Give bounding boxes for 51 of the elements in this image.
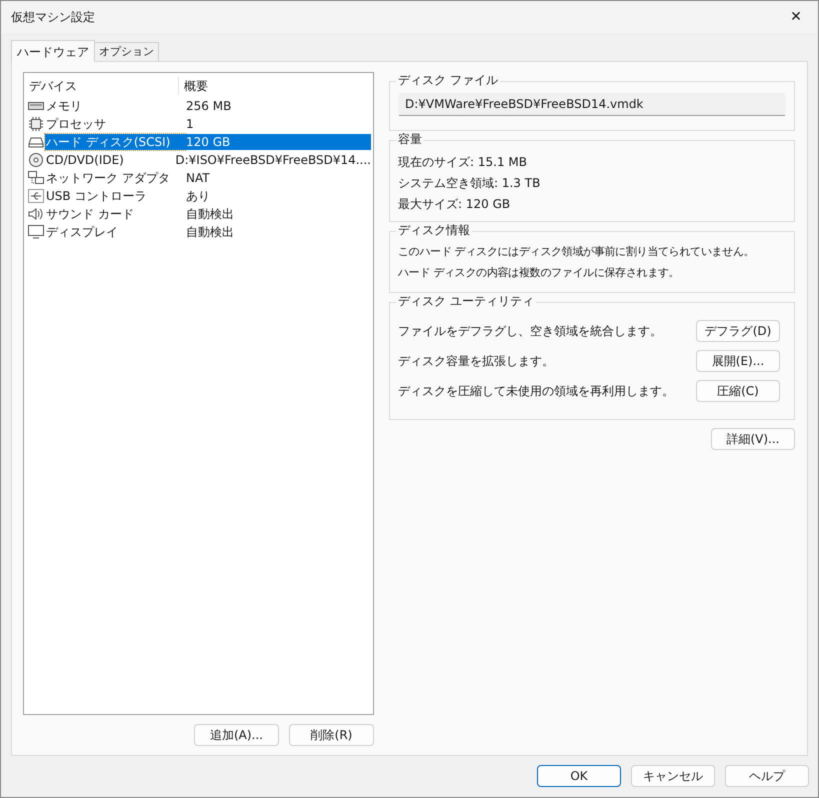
utility-text: ディスク容量を拡張します。 [398,353,554,370]
monitor-icon [28,225,44,239]
push-button[interactable]: キャンセル [631,765,715,787]
device-summary: NAT [185,170,211,186]
device-summary: 自動検出 [185,224,235,240]
window-title: 仮想マシン設定 [11,9,95,26]
push-button[interactable]: ヘルプ [725,765,809,787]
device-name[interactable]: ネットワーク アダプタ [45,170,185,186]
close-button[interactable]: ✕ [774,1,818,33]
push-button[interactable]: OK [537,765,621,787]
device-summary: 256 MB [185,98,232,114]
push-button[interactable]: 展開(E)... [696,350,780,372]
device-summary: 1 [185,116,195,132]
column-header[interactable]: デバイス [24,77,179,95]
push-button[interactable]: 追加(A)... [194,724,279,746]
group-title: 容量 [396,131,424,147]
capacity-text: 最大サイズ: 120 GB [398,196,512,213]
chip-icon [28,117,44,131]
device-name[interactable]: ハード ディスク(SCSI) [45,134,185,150]
info-text: ハード ディスクの内容は複数のファイルに保存されます。 [398,265,680,281]
memory-icon [28,99,44,113]
device-summary: D:¥ISO¥FreeBSD¥FreeBSD¥14.... [174,152,371,168]
device-summary: 自動検出 [185,206,235,222]
group-title: ディスク ファイル [396,72,500,88]
device-name[interactable]: USB コントローラ [45,188,185,204]
utility-text: ファイルをデフラグし、空き領域を統合します。 [398,323,662,340]
capacity-text: システム空き領域: 1.3 TB [398,175,542,192]
device-name[interactable]: サウンド カード [45,206,185,222]
push-button[interactable]: 詳細(V)... [711,428,795,450]
push-button[interactable]: 削除(R) [289,724,374,746]
push-button[interactable]: デフラグ(D) [696,320,780,342]
speaker-icon [28,207,44,221]
utility-text: ディスクを圧縮して未使用の領域を再利用します。 [398,383,674,400]
device-summary: 120 GB [185,134,371,150]
device-name[interactable]: CD/DVD(IDE) [45,152,174,168]
network-icon [28,171,44,185]
group-title: ディスク情報 [396,222,472,238]
device-name[interactable]: プロセッサ [45,116,185,132]
tab[interactable]: オプション [95,42,159,61]
push-button[interactable]: 圧縮(C) [696,380,780,402]
info-text: このハード ディスクにはディスク領域が事前に割り当てられていません。 [398,244,756,260]
column-header[interactable]: 概要 [179,77,373,95]
disc-icon [28,153,44,167]
device-name[interactable]: ディスプレイ [45,224,185,240]
device-name[interactable]: メモリ [45,98,185,114]
capacity-text: 現在のサイズ: 15.1 MB [398,154,528,171]
group-title: ディスク ユーティリティ [396,293,536,309]
disk-file-field[interactable]: D:¥VMWare¥FreeBSD¥FreeBSD14.vmdk [399,93,785,116]
device-summary: あり [185,188,211,204]
tab[interactable]: ハードウェア [11,40,95,62]
usb-icon [28,189,44,203]
